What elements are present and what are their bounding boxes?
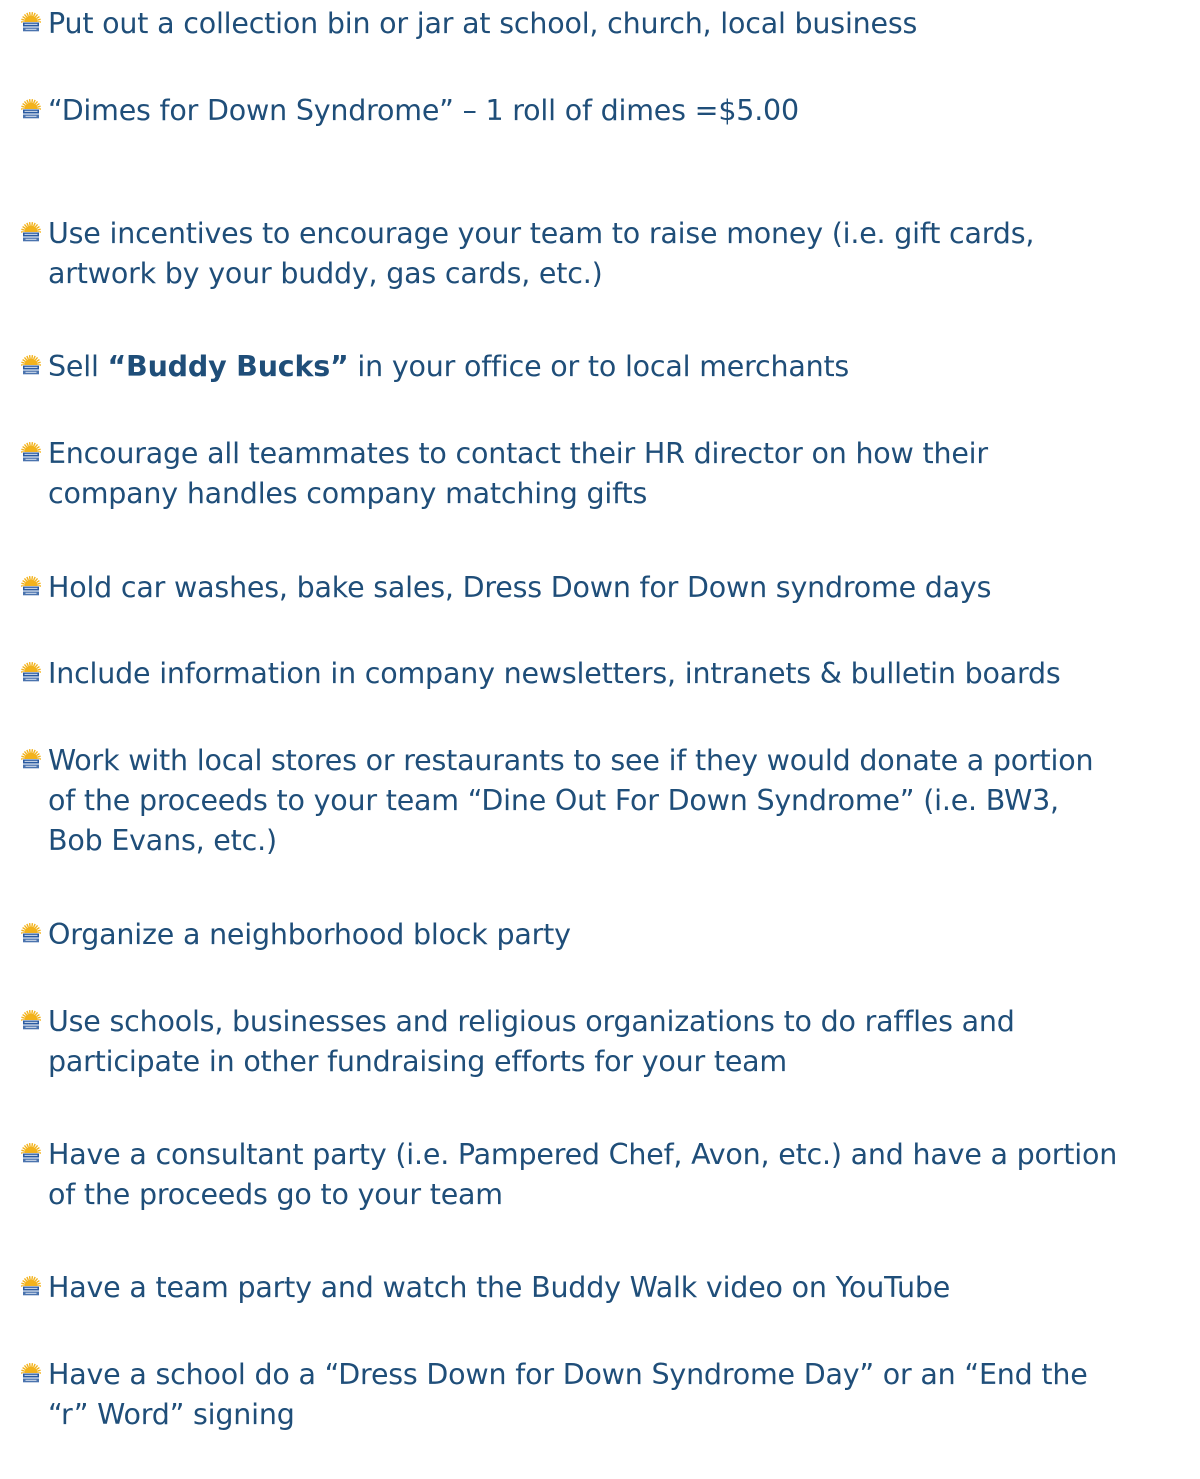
tip-company-newsletters: Include information in company newslette… <box>20 654 1192 694</box>
tip-line: Bob Evans, etc.) <box>48 824 277 857</box>
tip-line: participate in other fundraising efforts… <box>48 1045 787 1078</box>
tip-team-party-video: Have a team party and watch the Buddy Wa… <box>20 1268 1192 1308</box>
buddy-walk-logo-icon <box>20 923 42 945</box>
tip-line: Put out a collection bin or jar at schoo… <box>20 4 1192 44</box>
tip-dine-out: Work with local stores or restaurants to… <box>20 741 1192 861</box>
tip-line: “r” Word” signing <box>48 1398 295 1431</box>
tip-line: Organize a neighborhood block party <box>20 915 1192 955</box>
tip-consultant-party: Have a consultant party (i.e. Pampered C… <box>20 1135 1192 1215</box>
buddy-bucks-highlight: “Buddy Bucks” <box>107 350 349 383</box>
tip-buddy-bucks: Sell “Buddy Bucks” in your office or to … <box>20 347 1192 387</box>
tip-line: Have a consultant party (i.e. Pampered C… <box>20 1135 1192 1175</box>
tip-block-party: Organize a neighborhood block party <box>20 915 1192 955</box>
buddy-walk-logo-icon <box>20 1363 42 1385</box>
buddy-walk-logo-icon <box>20 222 42 244</box>
tip-use-incentives: Use incentives to encourage your team to… <box>20 214 1192 294</box>
buddy-walk-logo-icon <box>20 442 42 464</box>
fundraising-tips-page: Put out a collection bin or jar at schoo… <box>0 0 1200 1479</box>
tip-line: Use schools, businesses and religious or… <box>20 1002 1192 1042</box>
tip-collection-bin: Put out a collection bin or jar at schoo… <box>20 4 1192 44</box>
buddy-walk-logo-icon <box>20 12 42 34</box>
tip-school-dress-down: Have a school do a “Dress Down for Down … <box>20 1355 1192 1435</box>
tip-car-washes-bake-sales: Hold car washes, bake sales, Dress Down … <box>20 568 1192 608</box>
tip-line: Use incentives to encourage your team to… <box>20 214 1192 254</box>
tip-line: artwork by your buddy, gas cards, etc.) <box>48 257 603 290</box>
tip-line: company handles company matching gifts <box>48 477 648 510</box>
tip-dimes-for-down-syndrome: “Dimes for Down Syndrome” – 1 roll of di… <box>20 91 1192 131</box>
buddy-walk-logo-icon <box>20 99 42 121</box>
tip-line: Work with local stores or restaurants to… <box>20 741 1192 781</box>
tip-line: of the proceeds to your team “Dine Out F… <box>48 784 1059 817</box>
buddy-walk-logo-icon <box>20 662 42 684</box>
buddy-walk-logo-icon <box>20 1010 42 1032</box>
buddy-walk-logo-icon <box>20 1276 42 1298</box>
tip-line: Include information in company newslette… <box>20 654 1192 694</box>
tip-hr-matching-gifts: Encourage all teammates to contact their… <box>20 434 1192 514</box>
tip-line: Hold car washes, bake sales, Dress Down … <box>20 568 1192 608</box>
tip-line: of the proceeds go to your team <box>48 1178 503 1211</box>
tip-line: Sell “Buddy Bucks” in your office or to … <box>20 347 1192 387</box>
tip-line: Encourage all teammates to contact their… <box>20 434 1192 474</box>
buddy-walk-logo-icon <box>20 1143 42 1165</box>
tip-line: Have a team party and watch the Buddy Wa… <box>20 1268 1192 1308</box>
tip-raffles: Use schools, businesses and religious or… <box>20 1002 1192 1082</box>
tip-line: “Dimes for Down Syndrome” – 1 roll of di… <box>20 91 1192 131</box>
buddy-walk-logo-icon <box>20 576 42 598</box>
buddy-walk-logo-icon <box>20 749 42 771</box>
tip-line: Have a school do a “Dress Down for Down … <box>20 1355 1192 1395</box>
buddy-walk-logo-icon <box>20 355 42 377</box>
